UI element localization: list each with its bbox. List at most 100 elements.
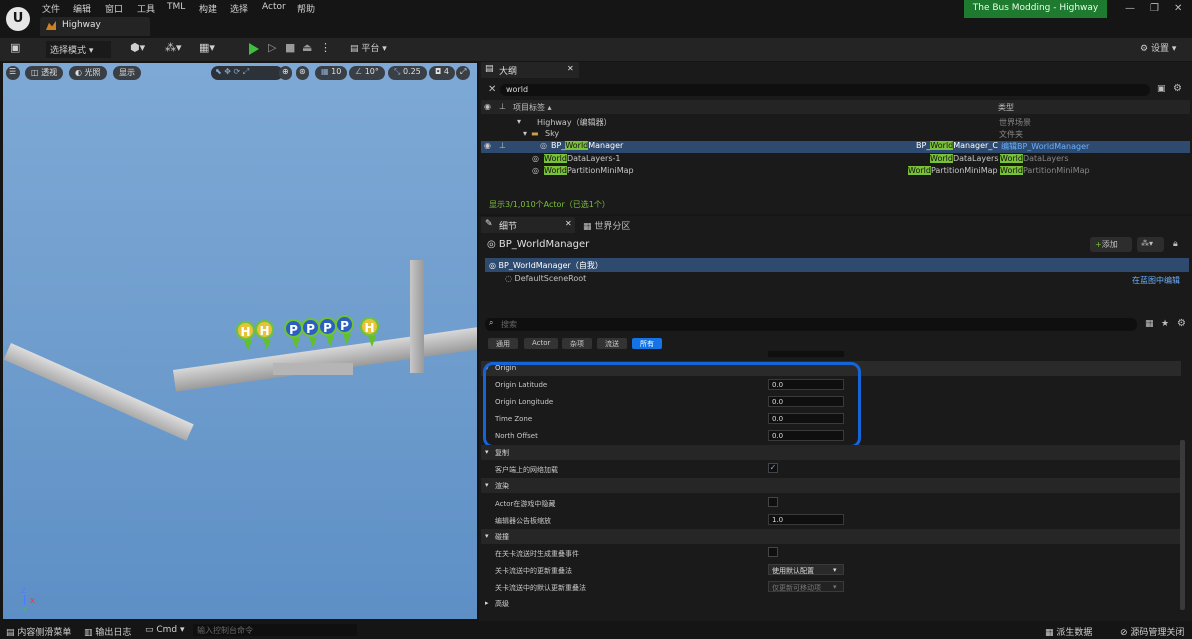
save-icon[interactable]: ▣ — [10, 41, 20, 54]
chevron-down-icon: ▾ — [833, 583, 837, 591]
hidden-in-game-checkbox[interactable] — [768, 497, 778, 507]
details-search-input[interactable]: ⌕ 搜索 — [485, 318, 1137, 331]
outliner-settings-icon[interactable]: ⚙ — [1173, 83, 1182, 94]
folder-add-icon[interactable]: ▣ — [1157, 84, 1166, 94]
minimize-icon[interactable]: — — [1125, 3, 1135, 14]
stop-icon[interactable]: ■ — [285, 41, 295, 54]
column-label-header[interactable]: 项目标签 ▴ — [513, 102, 552, 113]
cinematics-icon[interactable]: ▦▾ — [199, 41, 215, 54]
details-scrollbar[interactable] — [1180, 440, 1185, 610]
menu-build[interactable]: 构建 — [199, 2, 217, 15]
component-root[interactable]: ◌ DefaultSceneRoot — [505, 274, 586, 283]
perspective-button[interactable]: ◫ 透视 — [25, 66, 64, 80]
menu-window[interactable]: 窗口 — [105, 2, 123, 15]
platform-dropdown[interactable]: ▤ 平台 ▾ — [350, 41, 387, 54]
step-icon[interactable]: ▷ — [268, 41, 276, 54]
h-marker-3[interactable]: H — [360, 317, 379, 347]
filter-actor[interactable]: Actor — [524, 338, 559, 349]
menu-tml[interactable]: TML — [167, 2, 185, 12]
star-icon[interactable]: ★ — [1161, 319, 1169, 329]
maximize-icon[interactable]: ❐ — [1150, 3, 1159, 14]
billboard-scale-field[interactable]: 1.0 — [768, 514, 844, 525]
rotation-snap-button[interactable]: ∠ 10° — [349, 66, 385, 80]
clear-search-icon[interactable]: ✕ — [488, 84, 496, 95]
world-partition-tab[interactable]: ▦ 世界分区 — [583, 219, 630, 232]
filter-all[interactable]: 所有 — [632, 338, 662, 349]
show-button[interactable]: 显示 — [113, 66, 141, 80]
default-overlap-dropdown[interactable]: 仅更新可移动项 ▾ — [768, 581, 844, 592]
net-load-checkbox[interactable]: ✓ — [768, 463, 778, 473]
unreal-logo-icon[interactable]: U — [6, 7, 30, 31]
edit-blueprint-link[interactable]: 编辑BP_WorldManager — [1001, 141, 1089, 152]
folder-icon: ▬ — [531, 129, 539, 138]
pin-icon[interactable]: ⊥ — [499, 141, 506, 150]
details-tab[interactable]: ✎ 细节 ✕ — [481, 217, 575, 233]
menu-tools[interactable]: 工具 — [137, 2, 155, 15]
category-collision[interactable]: ▾ 碰撞 — [481, 529, 1181, 544]
console-input[interactable]: 输入控制台命令 — [193, 624, 357, 636]
level-viewport[interactable]: ☰ ◫ 透视 ◐ 光照 显示 ⬉ ✥ ⟳ ⤢ ⊕ ⊛ ▦ 10 ∠ 10° ⤡ … — [3, 63, 477, 619]
visibility-icon[interactable]: ◉ — [484, 141, 491, 150]
level-tab[interactable]: Highway — [40, 17, 150, 36]
eject-icon[interactable]: ⏏ — [302, 41, 312, 54]
cmd-dropdown[interactable]: ▭ Cmd ▾ — [145, 625, 185, 635]
add-component-button[interactable]: +添加 — [1090, 237, 1132, 252]
select-mode-dropdown[interactable]: 选择模式 ▾ — [46, 41, 111, 58]
h-marker-1[interactable]: H — [236, 321, 255, 351]
update-overlap-dropdown[interactable]: 使用默认配置 ▾ — [768, 564, 844, 575]
outliner-search-input[interactable]: world — [500, 84, 1150, 96]
gen-overlap-checkbox[interactable] — [768, 547, 778, 557]
outliner-row-highway[interactable]: ▾ Highway（编辑器） 世界场景 — [481, 117, 1190, 129]
category-replication[interactable]: ▾ 复制 — [481, 445, 1181, 460]
grid-snap-button[interactable]: ▦ 10 — [315, 66, 348, 80]
add-actor-icon[interactable]: ⬢▾ — [130, 41, 145, 54]
settings-button[interactable]: ⚙ 设置 ▾ — [1140, 41, 1176, 54]
lock-icon[interactable]: 🔒︎ — [1173, 239, 1178, 249]
outliner-row-sky[interactable]: ▾ ▬ Sky 文件夹 — [481, 129, 1190, 141]
filter-general[interactable]: 通用 — [488, 338, 518, 349]
category-rendering[interactable]: ▾ 渲染 — [481, 478, 1181, 493]
world-local-icon[interactable]: ⊕ — [279, 66, 292, 80]
derived-data-button[interactable]: ▦ 派生数据 — [1045, 625, 1092, 638]
filter-misc[interactable]: 杂项 — [562, 338, 592, 349]
column-type-header[interactable]: 类型 — [998, 102, 1014, 113]
maximize-viewport-icon[interactable]: ⤢ — [456, 66, 471, 80]
details-settings-icon[interactable]: ⚙ — [1177, 318, 1186, 329]
table-view-icon[interactable]: ▦ — [1145, 319, 1154, 329]
scale-snap-button[interactable]: ⤡ 0.25 — [388, 66, 427, 80]
output-log-button[interactable]: ▥ 输出日志 — [84, 625, 131, 638]
outliner-tab[interactable]: ▤ 大纲 ✕ — [481, 62, 579, 78]
blueprint-options-button[interactable]: ⁂▾ — [1137, 237, 1164, 252]
outliner-row-datalayers[interactable]: ◎ WorldDataLayers-1 WorldDataLayers Worl… — [481, 154, 1190, 166]
menu-help[interactable]: 帮助 — [297, 2, 315, 15]
close-tab-icon[interactable]: ✕ — [567, 64, 574, 73]
source-control-button[interactable]: ⊘ 源码管理关闭 — [1120, 625, 1184, 638]
edit-in-blueprint-link[interactable]: 在蓝图中编辑 — [1132, 275, 1180, 286]
close-tab-icon[interactable]: ✕ — [565, 219, 572, 228]
play-icon[interactable] — [249, 43, 259, 55]
p-marker-4[interactable]: P — [335, 315, 354, 345]
h-marker-2[interactable]: H — [255, 320, 274, 350]
row-label: Sky — [545, 129, 560, 138]
category-advanced[interactable]: ▸ 高级 — [481, 596, 1181, 611]
menu-file[interactable]: 文件 — [42, 2, 60, 15]
outliner-row-minimap[interactable]: ◎ WorldPartitionMiniMap WorldPartitionMi… — [481, 166, 1190, 178]
camera-speed-button[interactable]: ◘ 4 — [429, 66, 455, 80]
menu-actor[interactable]: Actor — [262, 2, 286, 12]
outliner-row-worldmanager[interactable]: ◉ ⊥ ◎ BP_WorldManager BP_WorldManager_C … — [481, 141, 1190, 153]
component-self[interactable]: ◎ BP_WorldManager（自我） — [485, 258, 1189, 272]
transform-tools[interactable]: ⬉ ✥ ⟳ ⤢ — [211, 66, 283, 80]
p-marker-3[interactable]: P — [318, 317, 337, 347]
viewport-menu-icon[interactable]: ☰ — [6, 66, 20, 80]
close-icon[interactable]: ✕ — [1174, 3, 1182, 14]
menu-edit[interactable]: 编辑 — [73, 2, 91, 15]
content-drawer-button[interactable]: ▤ 内容侧滑菜单 — [6, 625, 71, 638]
filter-streaming[interactable]: 流送 — [597, 338, 627, 349]
lit-button[interactable]: ◐ 光照 — [69, 66, 107, 80]
blueprint-icon[interactable]: ⁂▾ — [165, 41, 182, 54]
row-label: Highway（编辑器） — [537, 118, 612, 127]
more-options-icon[interactable]: ⋮ — [320, 41, 331, 54]
menu-select[interactable]: 选择 — [230, 2, 248, 15]
surface-snap-icon[interactable]: ⊛ — [296, 66, 309, 80]
source-control-icon: ⊘ — [1120, 628, 1131, 638]
